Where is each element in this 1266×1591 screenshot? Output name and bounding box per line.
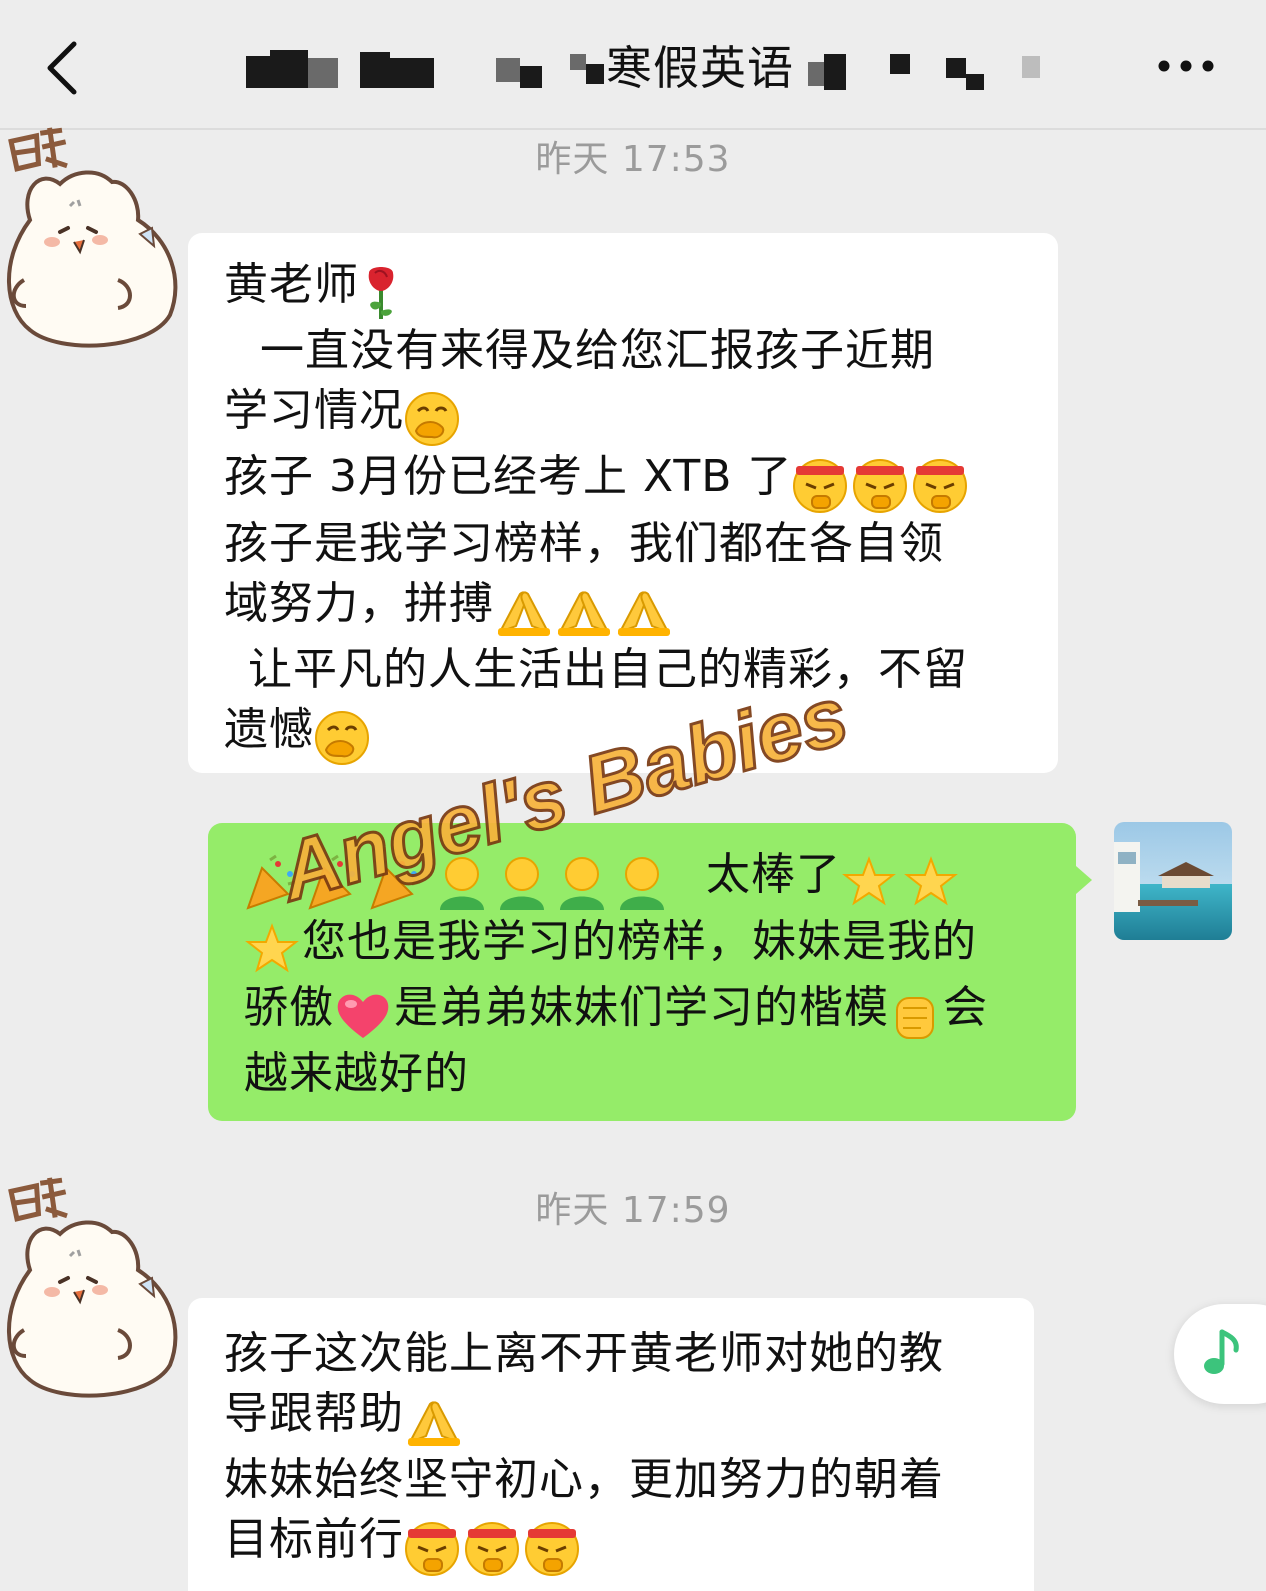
contact-avatar[interactable]: [0, 110, 190, 360]
bubble-tail: [1076, 866, 1092, 894]
message-line: 域努力，拼搏: [224, 574, 1024, 640]
redacted-block: [360, 52, 390, 88]
message-line: 越来越好的: [244, 1048, 469, 1099]
determined-face-emoji-icon: [405, 1522, 579, 1576]
raised-fist-emoji-icon: [896, 997, 934, 1039]
redacted-block: [946, 58, 966, 78]
message-line: 孩子是我学习榜样，我们都在各自领: [224, 518, 944, 569]
message-line: 遗憾: [224, 700, 1024, 766]
star-emoji-icon: [245, 923, 299, 973]
party-popper-emoji-icon: [246, 854, 664, 910]
my-avatar[interactable]: [1114, 822, 1232, 940]
cat-avatar-icon: [7, 1177, 178, 1398]
determined-face-emoji-icon: [793, 459, 968, 513]
redacted-block: [270, 50, 308, 88]
redacted-block: [570, 54, 586, 70]
message-line: 您也是我学习的榜样，妹妹是我的: [244, 912, 1042, 978]
hand-over-mouth-emoji-icon: [405, 392, 459, 446]
chat-title-area[interactable]: 寒假英语: [240, 40, 1060, 96]
chat-title: 寒假英语: [606, 41, 794, 95]
folded-hands-emoji-icon: [407, 1401, 461, 1446]
redacted-block: [246, 56, 270, 88]
redacted-block: [808, 62, 824, 86]
incoming-message-bubble[interactable]: 黄老师 一直没有来得及给您汇报孩子近期 学习情况 孩子 3月份已经考上 XTB …: [188, 233, 1058, 773]
redacted-block: [824, 54, 846, 90]
redacted-block: [586, 64, 604, 84]
redacted-block: [1022, 56, 1040, 78]
cat-avatar-icon: [7, 127, 178, 348]
contact-avatar[interactable]: [0, 1160, 190, 1410]
message-line: 一直没有来得及给您汇报孩子近期: [260, 325, 935, 376]
rose-emoji-icon: [368, 267, 394, 319]
message-line: 妹妹始终坚守初心，更加努力的朝着: [224, 1454, 944, 1505]
chat-screen: 寒假英语 昨天 17:53 黄老师 一直没有来得及给您汇报孩子近期 学习情况 孩…: [0, 0, 1266, 1591]
more-horizontal-icon: [1158, 60, 1214, 72]
message-line: 学习情况: [224, 381, 1024, 447]
seaside-photo-icon: [1114, 822, 1232, 940]
heart-emoji-icon: [337, 994, 389, 1038]
chevron-left-icon: [47, 41, 77, 95]
incoming-message-bubble[interactable]: 孩子这次能上离不开黄老师对她的教 导跟帮助 妹妹始终坚守初心，更加努力的朝着 目…: [188, 1298, 1034, 1591]
redacted-block: [390, 58, 434, 88]
message-line: 骄傲 是弟弟妹妹们学习的楷模会: [244, 978, 1042, 1044]
message-line: 孩子 3月份已经考上 XTB 了: [224, 447, 1024, 514]
redacted-block: [966, 74, 984, 90]
redacted-block: [520, 66, 542, 88]
message-line: 黄老师: [224, 255, 1024, 321]
floating-music-button[interactable]: [1174, 1304, 1266, 1404]
message-line: 孩子这次能上离不开黄老师对她的教: [224, 1328, 944, 1379]
music-note-icon: [1204, 1329, 1239, 1374]
folded-hands-emoji-icon: [497, 591, 671, 636]
redacted-block: [890, 54, 910, 74]
redacted-block: [496, 58, 520, 82]
back-button[interactable]: [38, 36, 92, 96]
redacted-block: [308, 58, 338, 88]
message-line: 目标前行: [224, 1510, 1000, 1577]
message-line: 让平凡的人生活出自己的精彩，不留: [248, 644, 968, 695]
hand-over-mouth-emoji-icon: [315, 711, 369, 765]
message-line: 导跟帮助: [224, 1384, 1000, 1450]
more-button[interactable]: [1156, 56, 1216, 76]
star-emoji-icon: [842, 856, 958, 906]
message-line: 太棒了: [244, 845, 1042, 912]
outgoing-message-bubble[interactable]: 太棒了 您也是我学习的榜样，妹妹是我的 骄傲 是弟弟妹妹们学习的楷模会 越来越好的: [208, 823, 1076, 1121]
